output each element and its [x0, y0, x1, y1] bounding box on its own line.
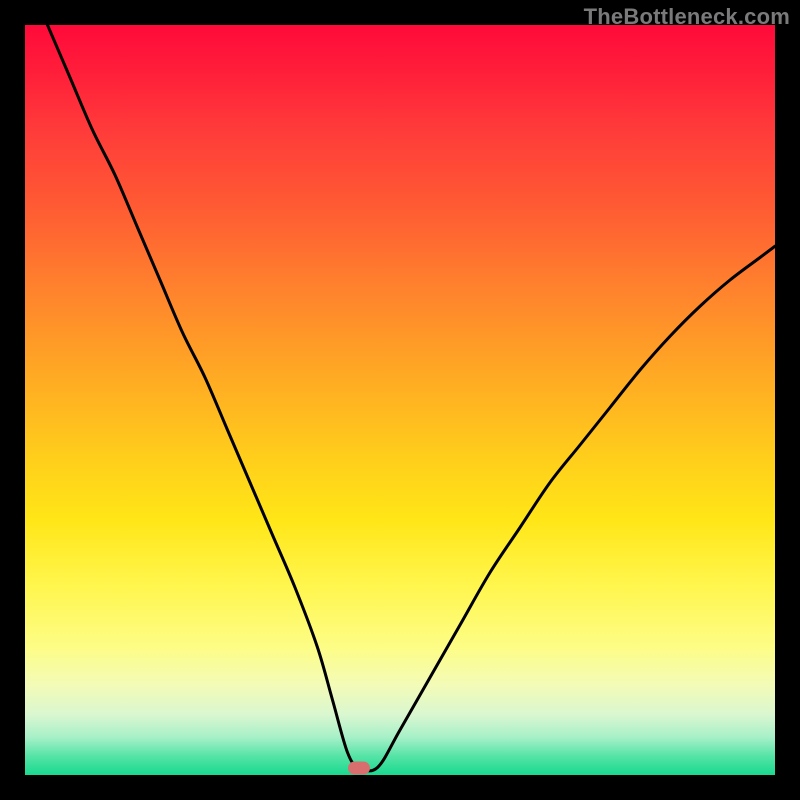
- optimal-point-marker: [348, 761, 370, 774]
- chart-frame: TheBottleneck.com: [0, 0, 800, 800]
- plot-area: [25, 25, 775, 775]
- bottleneck-curve: [25, 25, 775, 775]
